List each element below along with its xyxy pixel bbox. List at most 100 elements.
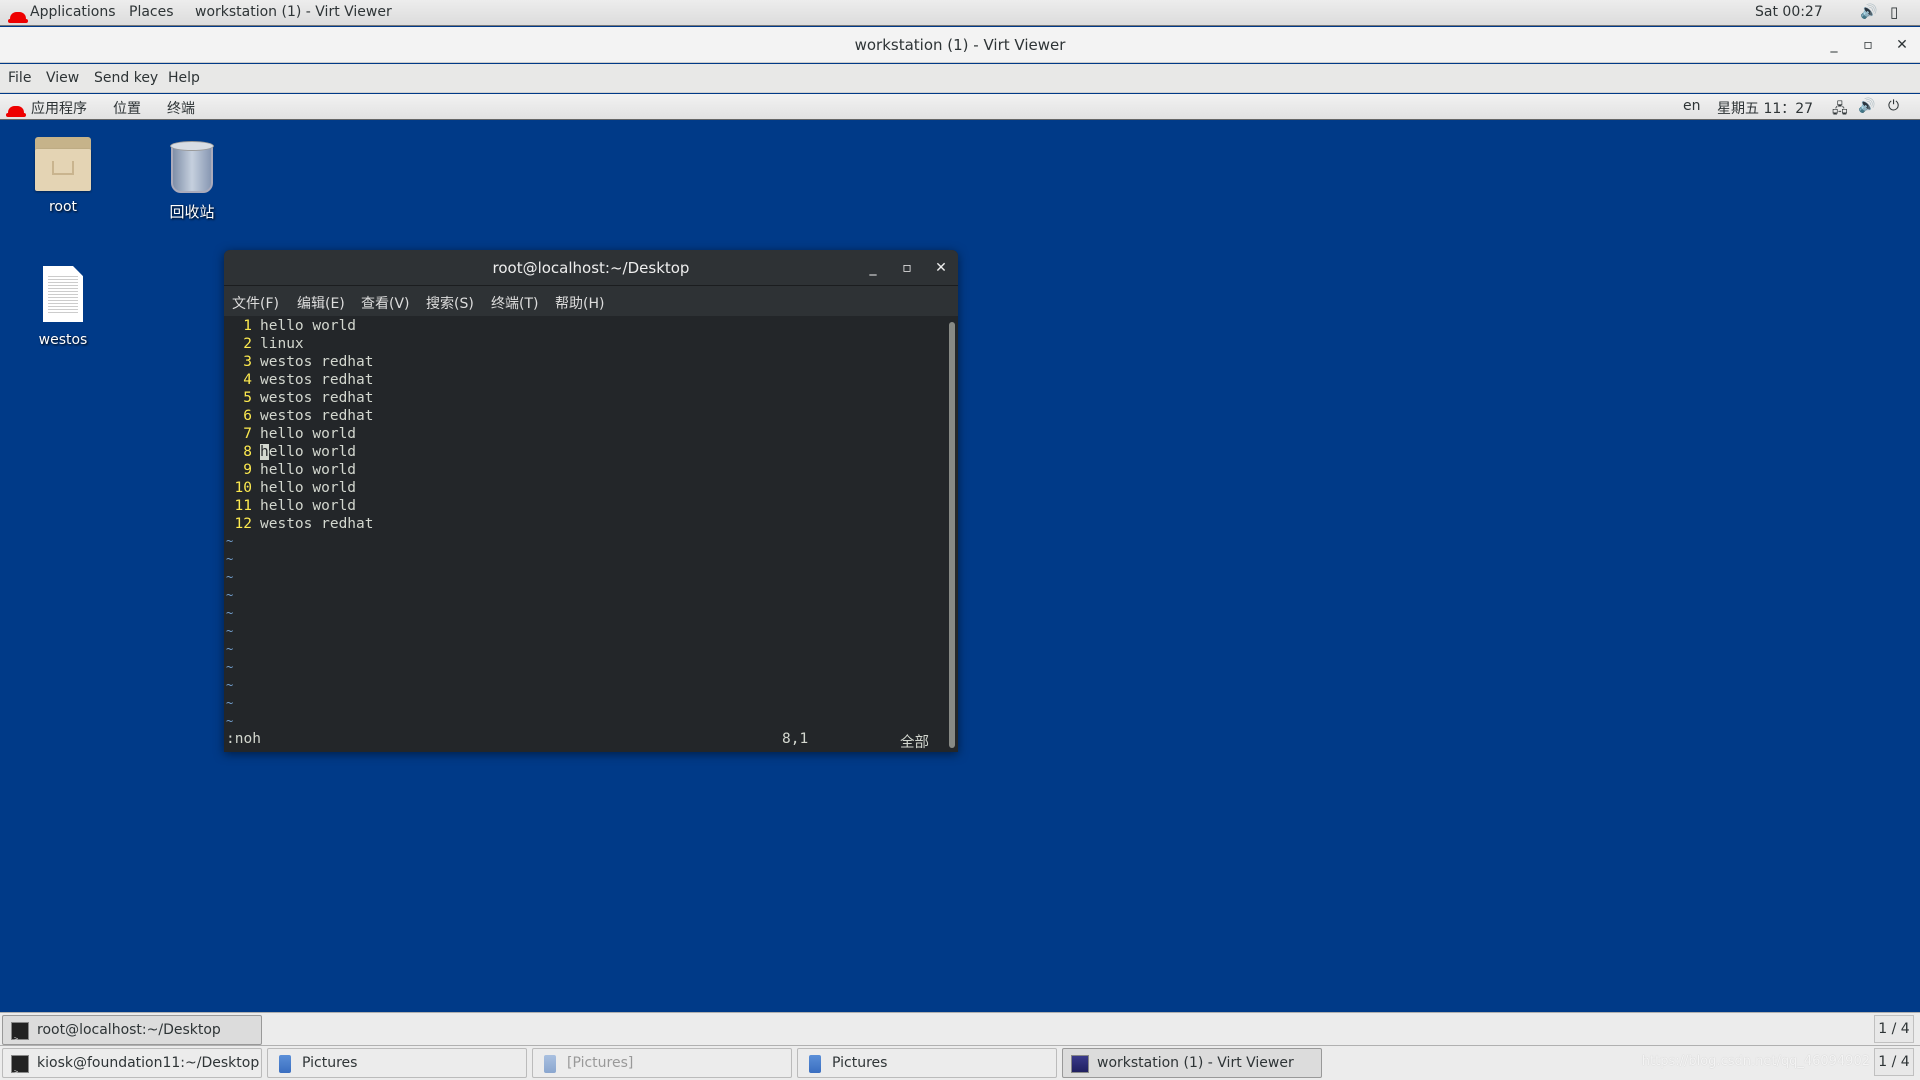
applications-menu[interactable]: Applications (30, 4, 116, 20)
terminal-menu-file[interactable]: 文件(F) (232, 293, 279, 313)
vim-buffer[interactable]: 1 hello world 2 linux 3 westos redhat 4 westos … (224, 316, 946, 752)
battery-icon[interactable]: ▯ (1890, 3, 1898, 21)
places-menu[interactable]: Places (129, 4, 174, 20)
line-text: westos redhat (260, 372, 374, 388)
taskbar-item-label: Pictures (832, 1055, 888, 1071)
vim-line: 10 hello world (224, 480, 357, 498)
terminal-icon (11, 1022, 29, 1044)
vim-empty-line-marker: ~ (226, 678, 234, 692)
vim-line: 3 westos redhat (224, 354, 373, 372)
desktop-icon-label: root (48, 199, 78, 215)
taskbar-item-label: workstation (1) - Virt Viewer (1097, 1055, 1294, 1071)
terminal-menubar: 文件(F) 编辑(E) 查看(V) 搜索(S) 终端(T) 帮助(H) (224, 286, 958, 316)
terminal-window[interactable]: root@localhost:~/Desktop _ ▫ ✕ 文件(F) 编辑(… (224, 250, 958, 752)
taskbar-item-pictures-minimized[interactable]: [Pictures] (532, 1048, 792, 1078)
language-indicator[interactable]: en (1683, 98, 1701, 114)
window-title: workstation (1) - Virt Viewer (854, 36, 1066, 54)
line-text: hello world (260, 318, 357, 334)
vim-empty-line-marker: ~ (226, 696, 234, 710)
desktop-icon-root[interactable]: root (8, 137, 118, 215)
line-text: hello world (260, 444, 357, 460)
line-text: linux (260, 336, 304, 352)
host-top-bar: Applications Places workstation (1) - Vi… (0, 0, 1920, 26)
menu-view[interactable]: View (46, 70, 79, 86)
vim-cursor-position: 8,1 (782, 731, 809, 747)
menu-help[interactable]: Help (168, 70, 200, 86)
taskbar-item-label: root@localhost:~/Desktop (37, 1022, 221, 1038)
bottom-panel-guest: root@localhost:~/Desktop 1 / 4 (0, 1012, 1920, 1045)
active-window-menu[interactable]: workstation (1) - Virt Viewer (195, 4, 392, 20)
desktop-icon-trash[interactable]: 回收站 (137, 141, 247, 222)
menu-file[interactable]: File (8, 70, 31, 86)
terminal-menu-edit[interactable]: 编辑(E) (297, 293, 345, 313)
vim-empty-line-marker: ~ (226, 660, 234, 674)
vim-empty-line-marker: ~ (226, 570, 234, 584)
minimize-button[interactable]: _ (1819, 27, 1849, 63)
menu-send-key[interactable]: Send key (94, 70, 158, 86)
line-text: hello world (260, 426, 357, 442)
volume-icon[interactable]: 🔊 (1860, 4, 1877, 20)
guest-clock[interactable]: 星期五 11：27 (1717, 98, 1813, 118)
terminal-close-button[interactable]: ✕ (926, 250, 956, 286)
terminal-scrollbar[interactable] (949, 322, 955, 748)
terminal-menu-help[interactable]: 帮助(H) (555, 293, 604, 313)
vim-empty-line-marker: ~ (226, 714, 234, 728)
line-text: hello world (260, 462, 357, 478)
line-number: 9 (243, 462, 252, 478)
terminal-menu-search[interactable]: 搜索(S) (426, 293, 474, 313)
redhat-logo-icon (6, 103, 26, 119)
clock[interactable]: Sat 00:27 (1755, 4, 1823, 20)
guest-terminal-menu[interactable]: 终端 (167, 98, 195, 118)
line-number: 10 (234, 480, 252, 496)
terminal-maximize-button[interactable]: ▫ (892, 250, 922, 286)
taskbar-item-kiosk-terminal[interactable]: kiosk@foundation11:~/Desktop (2, 1048, 262, 1078)
guest-places-menu[interactable]: 位置 (113, 98, 141, 118)
line-number: 12 (234, 516, 252, 532)
vim-empty-line-marker: ~ (226, 552, 234, 566)
file-manager-icon (544, 1055, 556, 1073)
terminal-menu-terminal[interactable]: 终端(T) (491, 293, 538, 313)
taskbar-item-virt-viewer[interactable]: workstation (1) - Virt Viewer (1062, 1048, 1322, 1078)
taskbar-item-root-terminal[interactable]: root@localhost:~/Desktop (2, 1015, 262, 1045)
vim-empty-line-marker: ~ (226, 606, 234, 620)
taskbar-item-label: [Pictures] (567, 1055, 634, 1071)
vim-line: 9 hello world (224, 462, 356, 480)
vim-empty-line-marker: ~ (226, 624, 234, 638)
taskbar-item-pictures[interactable]: Pictures (267, 1048, 527, 1078)
terminal-titlebar[interactable]: root@localhost:~/Desktop _ ▫ ✕ (224, 250, 958, 286)
vim-line: 6 westos redhat (224, 408, 373, 426)
vim-line: 5 westos redhat (224, 390, 374, 408)
line-number: 7 (243, 426, 252, 442)
line-number: 3 (243, 354, 252, 370)
terminal-menu-view[interactable]: 查看(V) (361, 293, 410, 313)
maximize-button[interactable]: ▫ (1853, 27, 1883, 63)
taskbar-item-label: Pictures (302, 1055, 358, 1071)
workspace-pager[interactable]: 1 / 4 (1874, 1015, 1914, 1043)
close-button[interactable]: ✕ (1887, 27, 1917, 63)
workspace-pager[interactable]: 1 / 4 (1874, 1048, 1914, 1076)
text-cursor: h (260, 444, 269, 460)
vim-line: 2 linux (224, 336, 304, 354)
vim-empty-line-marker: ~ (226, 642, 234, 656)
guest-applications-menu[interactable]: 应用程序 (31, 98, 87, 118)
desktop-icon-label: 回收站 (169, 203, 215, 221)
virt-viewer-icon (1071, 1055, 1089, 1073)
bottom-panel-host: kiosk@foundation11:~/Desktop Pictures [P… (0, 1045, 1920, 1080)
desktop-icon-westos[interactable]: westos (8, 266, 118, 348)
terminal-title: root@localhost:~/Desktop (492, 259, 690, 277)
volume-icon[interactable]: 🔊 (1858, 98, 1875, 114)
network-icon[interactable]: 🖧 (1832, 98, 1848, 122)
line-text: westos redhat (260, 390, 374, 406)
desktop-icon-label: westos (38, 332, 88, 348)
line-text: westos redhat (260, 516, 374, 532)
power-icon[interactable]: ⏻ (1888, 98, 1899, 114)
vim-line: 12 westos redhat (224, 516, 374, 534)
taskbar-item-pictures-2[interactable]: Pictures (797, 1048, 1057, 1078)
file-manager-icon (279, 1055, 291, 1073)
vim-line: 1 hello world (224, 318, 356, 336)
line-number: 5 (243, 390, 252, 406)
terminal-minimize-button[interactable]: _ (858, 250, 888, 286)
vim-scroll-status: 全部 (900, 735, 929, 751)
file-manager-icon (809, 1055, 821, 1073)
vim-line: 4 westos redhat (224, 372, 374, 390)
